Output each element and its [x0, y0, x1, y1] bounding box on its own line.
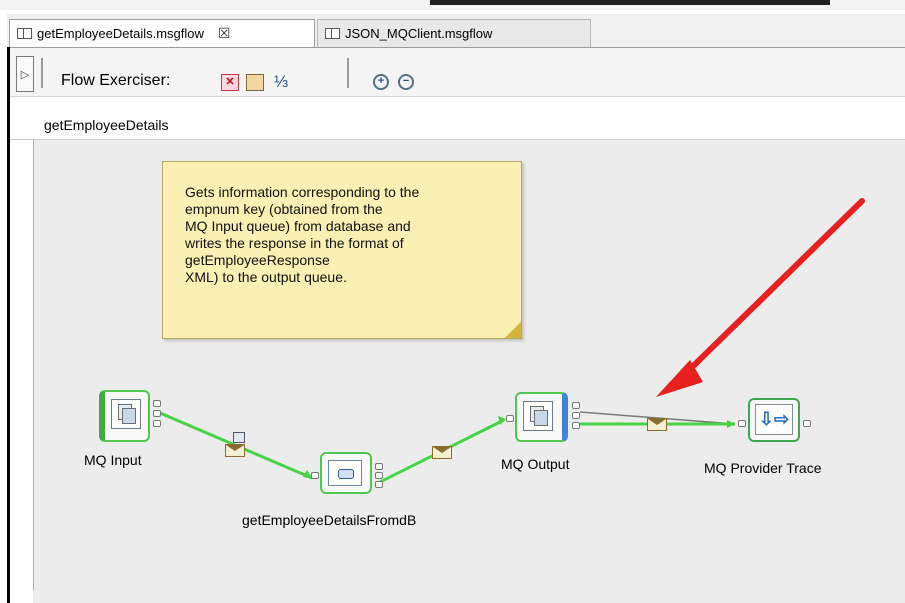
toolbar-separator: [347, 58, 349, 88]
terminal-out[interactable]: [375, 472, 383, 479]
recorded-data-icon[interactable]: [233, 432, 245, 443]
trace-icon: ⇩⇨: [755, 404, 793, 435]
terminal-in[interactable]: [311, 472, 319, 479]
terminal-out[interactable]: [572, 412, 580, 419]
msgflow-file-icon: [17, 28, 32, 39]
view-path-icon[interactable]: ⅓: [272, 73, 290, 91]
note-text: Gets information corresponding to the em…: [185, 184, 420, 285]
window-dark-strip: [430, 0, 830, 5]
stop-recording-icon[interactable]: ✕: [221, 74, 239, 91]
mq-queue-icon: [111, 399, 141, 429]
trace-node[interactable]: ⇩⇨: [748, 398, 800, 442]
tab-json-mqclient[interactable]: JSON_MQClient.msgflow: [317, 19, 591, 47]
zoom-out-icon[interactable]: −: [398, 74, 414, 90]
terminal-out[interactable]: [153, 420, 161, 427]
trace-label: MQ Provider Trace: [704, 460, 822, 476]
mq-input-label: MQ Input: [84, 452, 142, 468]
sticky-note[interactable]: Gets information corresponding to the em…: [162, 161, 522, 339]
toolbar-separator: [41, 58, 43, 88]
terminal-in[interactable]: [506, 415, 514, 422]
flow-breadcrumb: getEmployeeDetails: [10, 108, 905, 140]
zoom-in-icon[interactable]: +: [373, 74, 389, 90]
canvas-bottom-edge: [33, 590, 905, 603]
compute-node[interactable]: [320, 452, 372, 494]
terminal-out[interactable]: [153, 400, 161, 407]
editor-tab-strip: getEmployeeDetails.msgflow ☒ JSON_MQClie…: [7, 14, 905, 48]
terminal-out[interactable]: [375, 463, 383, 470]
mq-output-node[interactable]: [515, 392, 568, 442]
message-envelope-icon[interactable]: [225, 444, 245, 457]
terminal-out[interactable]: [572, 422, 580, 429]
terminal-out[interactable]: [572, 402, 580, 409]
record-message-icon[interactable]: [246, 74, 264, 91]
tab-getemployeedetails[interactable]: getEmployeeDetails.msgflow ☒: [9, 19, 315, 47]
flow-exerciser-toolbar: ▷ Flow Exerciser: ✕ ⅓ + −: [10, 48, 905, 97]
compute-icon: [328, 460, 362, 486]
message-envelope-icon[interactable]: [647, 418, 667, 431]
terminal-out[interactable]: [803, 420, 811, 427]
compute-label: getEmployeeDetailsFromdB: [242, 512, 417, 528]
message-envelope-icon[interactable]: [432, 446, 452, 459]
terminal-out[interactable]: [375, 481, 383, 488]
flow-name[interactable]: getEmployeeDetails: [44, 117, 169, 133]
tab-label: JSON_MQClient.msgflow: [345, 26, 493, 41]
mq-output-label: MQ Output: [501, 456, 570, 472]
terminal-out[interactable]: [153, 410, 161, 417]
flow-exerciser-label: Flow Exerciser:: [61, 72, 171, 89]
msgflow-file-icon: [325, 28, 340, 39]
mq-queue-icon: [523, 401, 553, 431]
expand-palette-button[interactable]: ▷: [16, 56, 34, 92]
mq-input-node[interactable]: [99, 390, 150, 442]
note-fold-corner: [505, 322, 521, 338]
terminal-in[interactable]: [738, 420, 746, 427]
tab-label: getEmployeeDetails.msgflow: [37, 26, 204, 41]
close-tab-icon[interactable]: ☒: [218, 25, 231, 42]
